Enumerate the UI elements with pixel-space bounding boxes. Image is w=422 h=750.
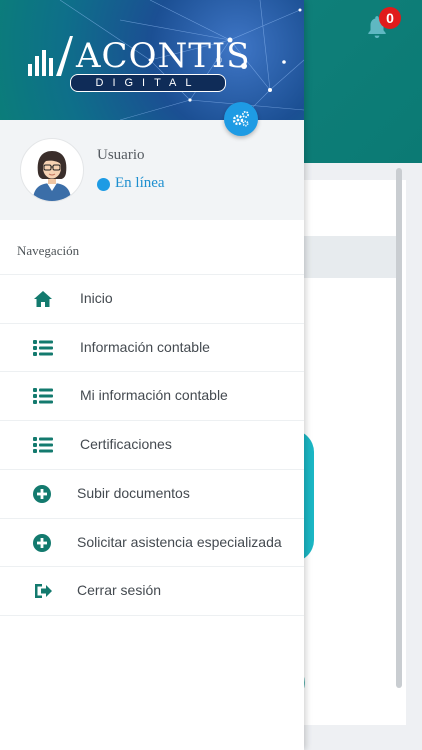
plus-circle-icon	[33, 534, 51, 552]
plus-circle-icon	[33, 485, 51, 503]
nav-item-label: Solicitar asistencia especializada	[77, 534, 282, 550]
user-status: En línea	[115, 175, 165, 191]
navigation-drawer: ACONTIS ® DIGITAL Usuario En línea Naveg…	[0, 0, 304, 750]
gears-icon	[232, 110, 249, 127]
nav-item-label: Mi información contable	[80, 387, 228, 403]
navigation-heading: Navegación	[17, 243, 80, 258]
nav-item-certificaciones[interactable]: Certificaciones	[0, 420, 304, 469]
nav-item-label: Subir documentos	[77, 485, 190, 501]
list-icon	[33, 388, 53, 404]
online-status-icon	[97, 178, 110, 191]
nav-item-label: Información contable	[80, 339, 210, 355]
user-avatar-icon	[33, 151, 71, 201]
user-name: Usuario	[97, 147, 145, 163]
drawer-header: ACONTIS ® DIGITAL	[0, 0, 304, 120]
sign-out-icon	[35, 584, 52, 598]
divider	[0, 615, 304, 616]
nav-item-label: Cerrar sesión	[77, 582, 162, 598]
scrollbar[interactable]	[396, 168, 402, 688]
list-icon	[33, 340, 53, 356]
list-icon	[33, 437, 53, 453]
nav-item-informacion-contable[interactable]: Información contable	[0, 323, 304, 372]
brand-trademark: ®	[216, 56, 222, 65]
nav-item-subir-documentos[interactable]: Subir documentos	[0, 469, 304, 518]
avatar[interactable]	[20, 138, 84, 202]
nav-item-mi-informacion-contable[interactable]: Mi información contable	[0, 371, 304, 420]
notification-badge: 0	[379, 7, 401, 29]
settings-button[interactable]	[224, 102, 258, 136]
nav-item-cerrar-sesion[interactable]: Cerrar sesión	[0, 566, 304, 615]
nav-item-inicio[interactable]: Inicio	[0, 274, 304, 323]
brand-logo-text: ACONTIS	[76, 36, 251, 76]
background-row	[290, 236, 398, 278]
nav-item-label: Certificaciones	[80, 436, 172, 452]
home-icon	[34, 291, 52, 307]
logo-bars-icon	[28, 36, 73, 76]
brand-tagline: DIGITAL	[70, 74, 226, 92]
nav-item-solicitar-asistencia[interactable]: Solicitar asistencia especializada	[0, 518, 304, 567]
nav-item-label: Inicio	[80, 290, 113, 306]
